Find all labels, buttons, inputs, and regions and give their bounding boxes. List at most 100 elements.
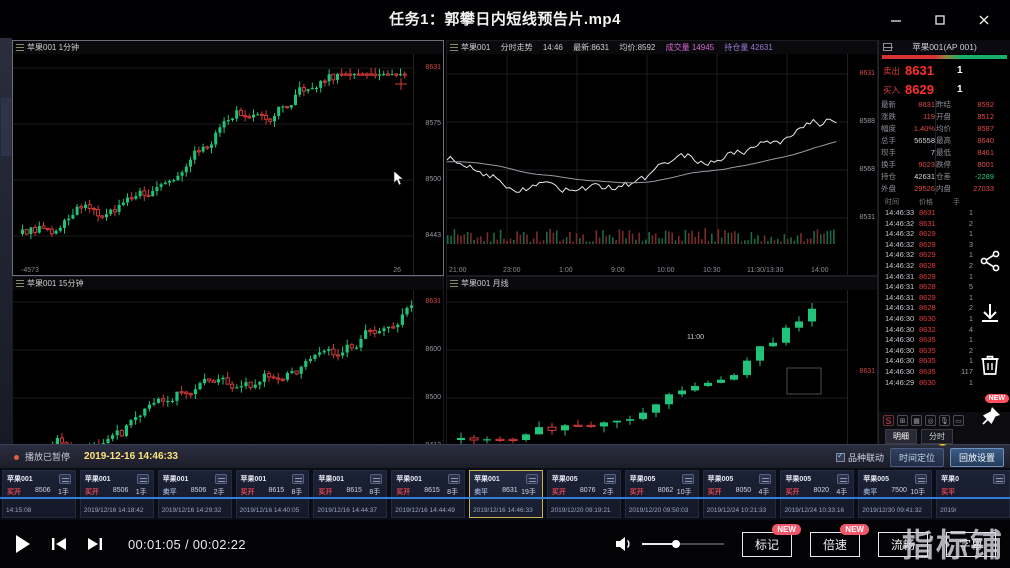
chart-axis-timeline: 8631 8588 8568 8531 [847, 54, 877, 275]
thumbnail-quantity: 8手 [447, 489, 459, 496]
chart-icon[interactable]: ▦ [911, 415, 922, 426]
thumbnail-symbol: 苹果005 [707, 476, 734, 483]
tick-p: 8631 [919, 208, 936, 217]
thumbnail-symbol: 苹果0 [941, 476, 960, 483]
stat-key: 内盘 [936, 184, 951, 193]
tab-timeline[interactable]: 分时 [921, 429, 953, 444]
thumbnail-symbol: 苹果005 [863, 476, 889, 483]
thumbnail-time: 2019/12/24 10:33:16 [784, 507, 845, 514]
tick-p: 8628 [919, 260, 936, 270]
tick-t: 14:46:30 [885, 366, 915, 376]
trade-thumbnail[interactable]: 苹果001 买开 8615 8手 2019/12/16 14:44:37 [313, 470, 388, 518]
share-icon [980, 250, 1000, 272]
left-rail-tab[interactable] [1, 98, 11, 156]
maximize-button[interactable] [918, 0, 962, 40]
list-icon[interactable] [883, 43, 893, 51]
symbol-sync-label: 品种联动 [847, 452, 884, 463]
delete-button[interactable] [975, 350, 1005, 380]
tick-row[interactable]: 14:46:32 8631 2 [885, 219, 1010, 230]
trade-thumbnail[interactable]: 苹果005 买开 8020 4手 2019/12/24 10:33:16 [780, 470, 855, 518]
volume-control[interactable] [614, 535, 724, 553]
tick-row[interactable]: 14:46:33 8631 1 [885, 208, 1010, 219]
chart-header-monthly: 苹果001 月线 [447, 277, 877, 290]
tab-detail[interactable]: 明细 [885, 429, 917, 444]
previous-button[interactable] [50, 536, 68, 552]
x-axis-label: 9:00 [611, 267, 625, 274]
menu-icon[interactable] [450, 280, 458, 287]
stat-key: 最低 [936, 148, 951, 157]
chart-header-timeline: 苹果001 分时走势 14:46 最新:8631 均价:8592 成交量 149… [447, 41, 877, 54]
pin-button[interactable]: NEW [975, 394, 1009, 432]
chart-canvas-1min: 8631 8575 8500 8443 -4573 26 [13, 54, 443, 275]
thumbnail-quantity: 8手 [369, 489, 381, 496]
mark-button[interactable]: NEW 标记 [741, 523, 801, 557]
playback-state-label: 播放已暂停 [25, 452, 71, 462]
stat-value: 8001 [977, 160, 994, 169]
x-axis-label: 1:00 [559, 267, 573, 274]
trade-thumbnail[interactable]: 苹果001 买开 8615 8手 2019/12/16 14:44:49 [391, 470, 466, 518]
axis-label: 8588 [859, 118, 875, 125]
time-locate-button[interactable]: 时间定位 [889, 447, 944, 467]
mic-icon[interactable]: 🎙 [939, 415, 950, 426]
trade-thumbnail[interactable]: 苹果005 买开 8062 10手 2019/12/20 09:50:03 [624, 470, 699, 518]
stat-key: 涨跌 [881, 112, 896, 121]
trade-thumbnail[interactable]: 苹果001 买开 8615 8手 2019/12/16 14:40:05 [235, 470, 310, 518]
trade-thumbnail[interactable]: 苹果001 卖平 8631 19手 2019/12/16 14:46:33 [469, 470, 543, 518]
chart-panel-1min[interactable]: 苹果001 1分钟 8631 8575 8500 8443 -4573 26 [12, 40, 444, 276]
menu-icon[interactable] [16, 44, 24, 51]
player-left-controls: 00:01:05 / 00:02:22 [14, 520, 246, 568]
tick-t: 14:46:30 [885, 324, 915, 334]
menu-icon[interactable] [450, 44, 458, 51]
trade-thumbnail[interactable]: 苹果005 买开 8050 4手 2019/12/24 10:21:33 [702, 470, 777, 518]
stat-key: 外盘 [881, 184, 896, 193]
chart-title-15min: 苹果001 15分钟 [27, 279, 84, 288]
minimize-button[interactable] [874, 0, 918, 40]
axis-label: 8631 [859, 70, 875, 77]
monitor-icon [681, 474, 694, 484]
stat-value: 7 [930, 148, 935, 157]
thumbnail-price: 7500 [891, 487, 907, 494]
download-button[interactable] [975, 298, 1005, 328]
thumbnail-time: 2019/12/16 14:40:05 [239, 507, 300, 514]
trade-thumbnail[interactable]: 苹果005 买开 8076 2手 2019/12/20 09:19:21 [546, 470, 621, 518]
menu-icon[interactable] [16, 280, 24, 287]
volume-knob[interactable] [671, 540, 680, 548]
previous-icon [52, 538, 66, 550]
status-dot-icon [14, 454, 19, 460]
volume-icon[interactable] [614, 535, 634, 553]
subtitle-button[interactable]: 字幕 [945, 531, 996, 557]
checkbox-icon[interactable] [835, 451, 845, 462]
stat-key: 昨结 [936, 100, 951, 109]
thumbnail-quantity: 2手 [602, 489, 614, 496]
speed-new-badge: NEW [840, 523, 869, 535]
tick-t: 14:46:33 [885, 208, 915, 217]
window-icon[interactable]: ▭ [953, 415, 964, 426]
chart-panel-timeline[interactable]: 苹果001 分时走势 14:46 最新:8631 均价:8592 成交量 149… [446, 40, 878, 276]
trade-thumbnail[interactable]: 苹果001 买开 8506 1手 14:15:08 [2, 470, 76, 518]
thumbnail-time: 2019/12/16 14:29:32 [161, 507, 222, 514]
trade-thumbnail-strip[interactable]: 苹果001 买开 8506 1手 14:15:08 苹果001 买开 8506 1手 2019/1… [0, 468, 1010, 520]
quality-button[interactable]: 流畅 [877, 531, 928, 557]
stat-value: 56558 [914, 136, 935, 145]
tick-q: 2 [968, 218, 973, 228]
thumbnail-symbol: 苹果005 [785, 476, 812, 483]
close-button[interactable] [962, 0, 1006, 40]
monitor-icon [525, 474, 538, 484]
grid-icon[interactable]: ⊞ [897, 415, 908, 426]
trade-thumbnail[interactable]: 苹果001 买开 8506 1手 2019/12/16 14:18:42 [79, 470, 154, 518]
target-icon[interactable]: ◎ [925, 415, 936, 426]
trade-thumbnail[interactable]: 苹果0 买平 2019/ [936, 470, 1010, 518]
share-button[interactable] [975, 246, 1005, 276]
symbol-sync-checkbox[interactable]: 品种联动 [835, 451, 884, 464]
stat-key: 总手 [881, 136, 896, 145]
trade-thumbnail[interactable]: 苹果005 卖平 7500 10手 2019/12/30 09:41:32 [858, 470, 933, 518]
chart-header-1min: 苹果001 1分钟 [13, 41, 443, 54]
trade-thumbnail[interactable]: 苹果001 卖平 8506 2手 2019/12/16 14:29:32 [157, 470, 232, 518]
next-button[interactable] [86, 536, 104, 552]
thumbnail-price: 8050 [735, 487, 752, 494]
chart-time-label: 14:46 [542, 43, 563, 52]
volume-slider[interactable] [641, 540, 724, 548]
stat-value: 27033 [973, 184, 994, 193]
play-button[interactable] [14, 534, 32, 554]
speed-button[interactable]: NEW 倍速 [809, 523, 869, 557]
